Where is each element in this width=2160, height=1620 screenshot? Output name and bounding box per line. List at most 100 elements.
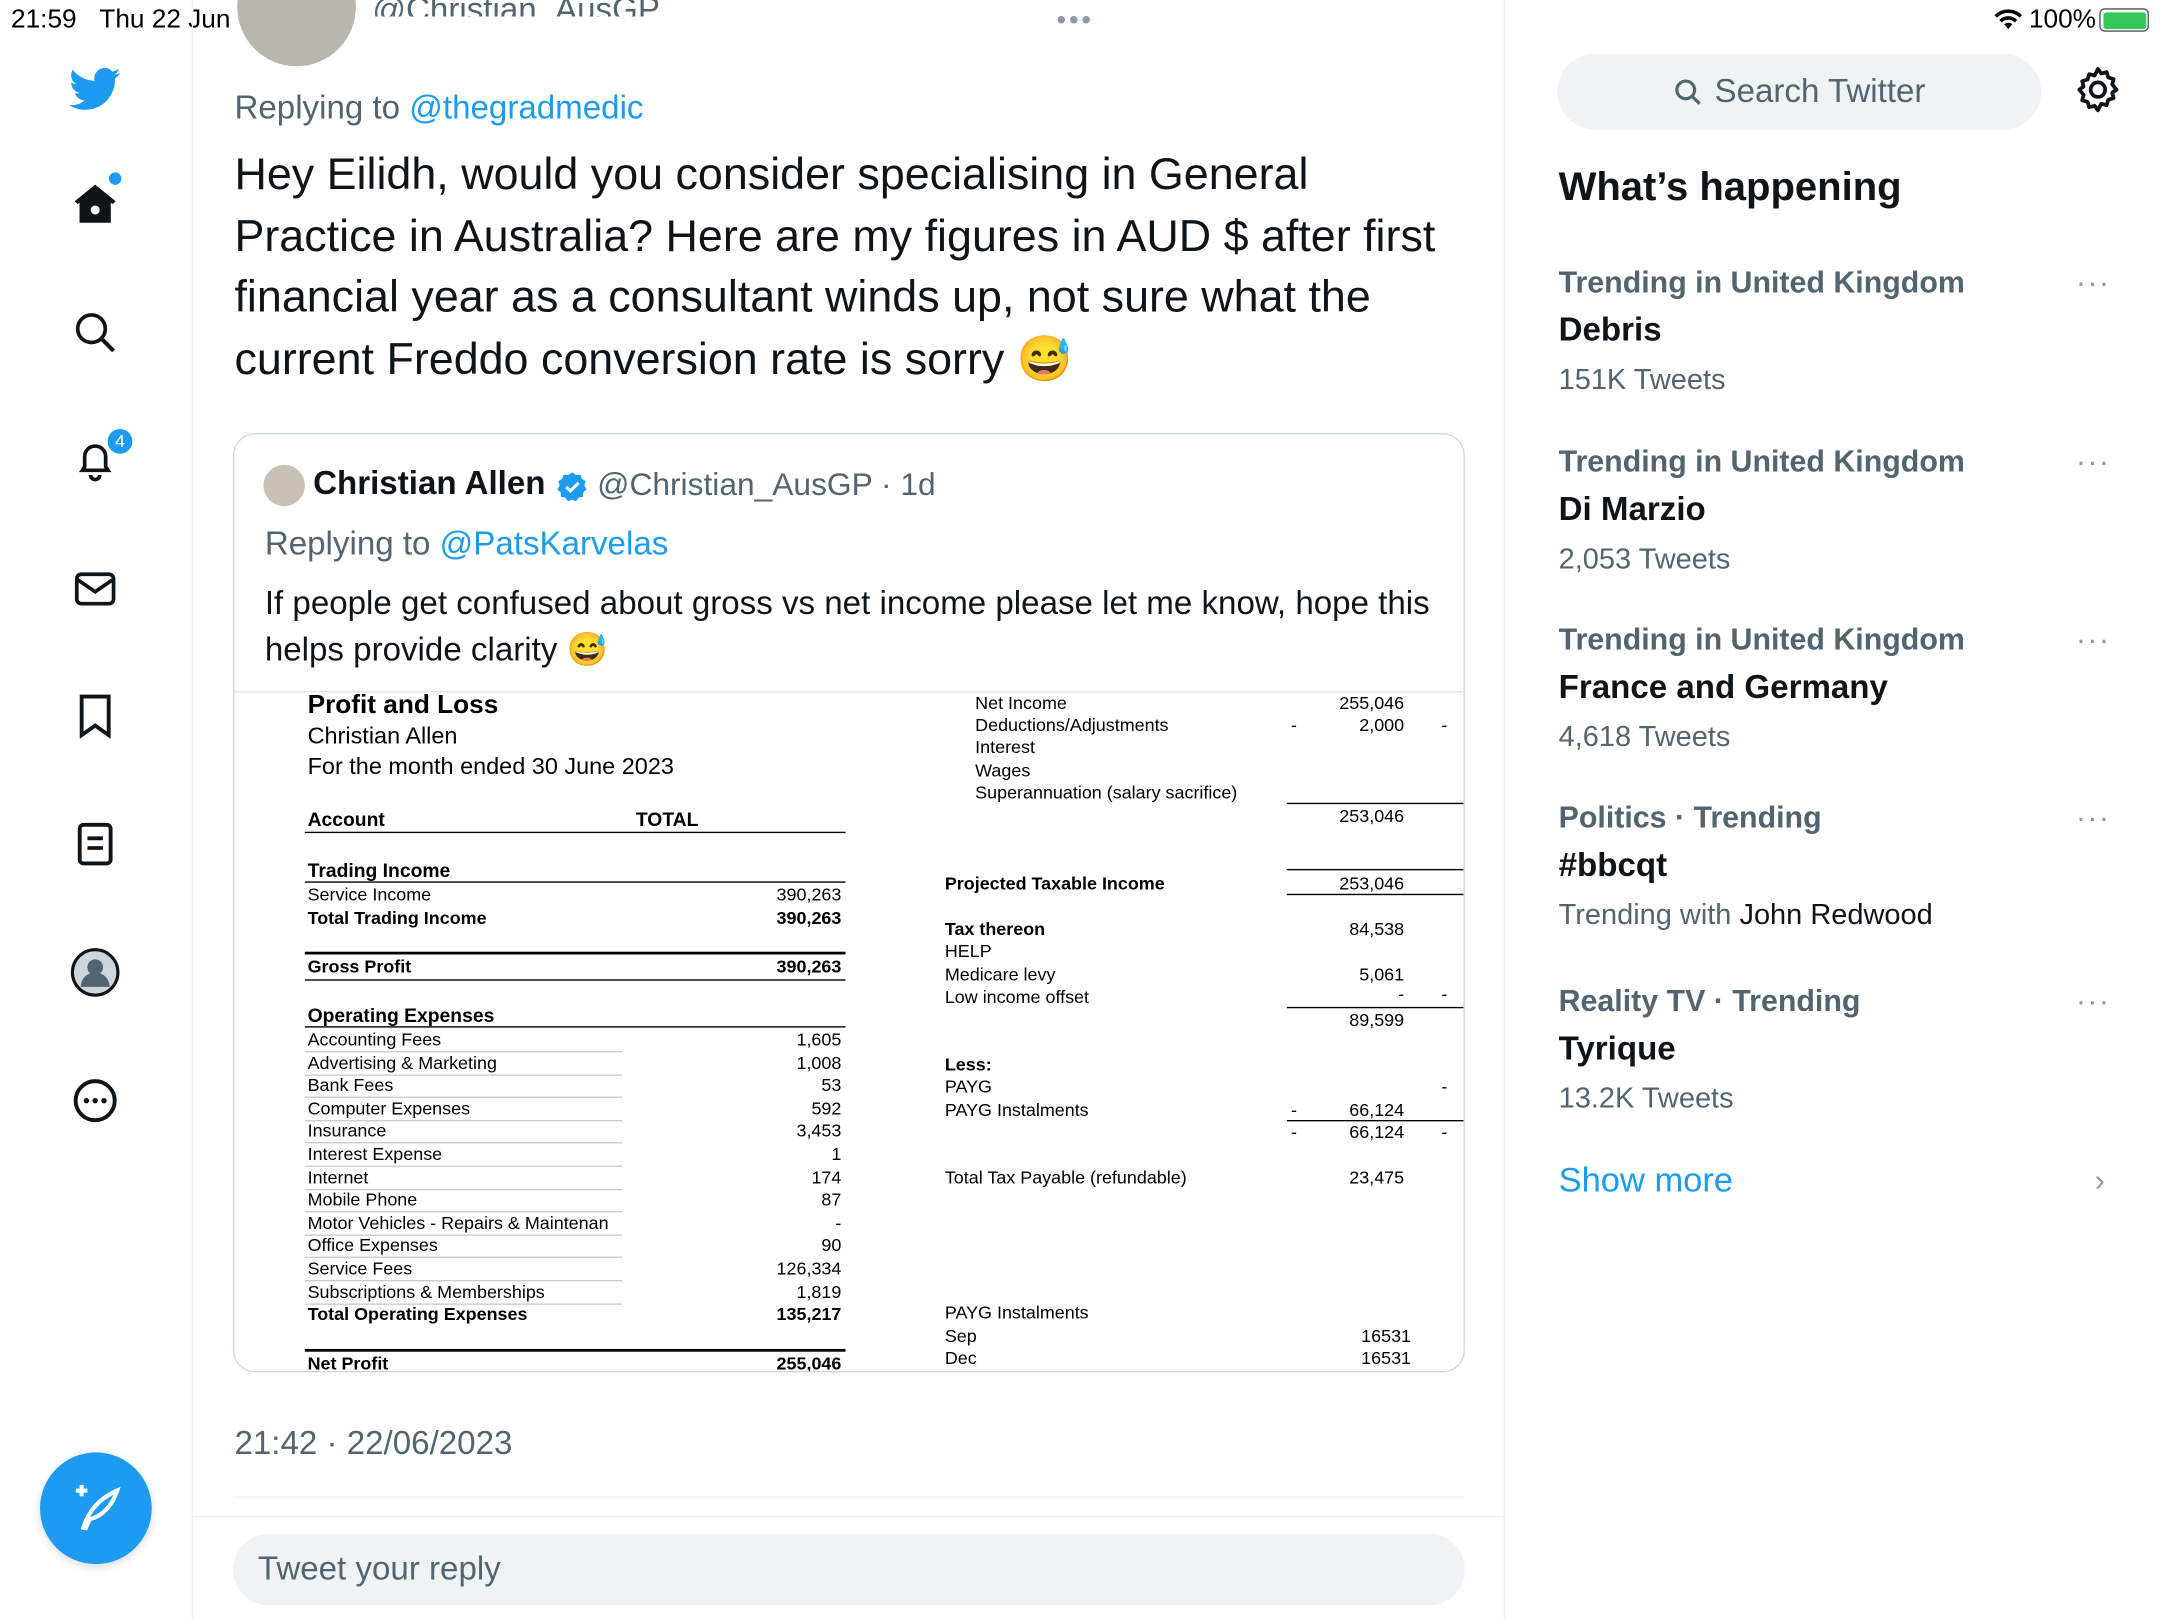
deductions-label: Deductions/Adjustments xyxy=(975,714,1169,736)
pnl-name: Christian Allen xyxy=(307,722,458,749)
payg-dash: - xyxy=(1441,1075,1448,1097)
more-icon[interactable] xyxy=(69,1074,121,1126)
home-icon[interactable] xyxy=(69,172,122,230)
reply-input[interactable]: Tweet your reply xyxy=(233,1533,1465,1606)
operating-expenses-heading: Operating Expenses xyxy=(307,1004,495,1027)
net-profit-value: 255,046 xyxy=(776,1353,842,1373)
verified-badge-icon xyxy=(556,470,589,510)
expense-value: 53 xyxy=(821,1074,842,1096)
trend-name: Debris xyxy=(1558,311,1662,349)
bookmarks-icon[interactable] xyxy=(69,690,121,742)
payg-total-dash-2: - xyxy=(1441,1121,1448,1143)
trend-name: Di Marzio xyxy=(1558,491,1706,529)
trend-more-icon[interactable]: ··· xyxy=(2076,800,2110,836)
total-trading-income-value: 390,263 xyxy=(776,907,842,929)
profit-loss-image[interactable]: Profit and Loss Christian Allen For the … xyxy=(234,691,1464,1372)
payg-instalments-label: PAYG Instalments xyxy=(944,1099,1089,1120)
quoted-tweet-card[interactable]: Christian Allen @Christian_AusGP · 1d Re… xyxy=(233,433,1465,1373)
dec-value: 16531 xyxy=(1361,1347,1412,1369)
timestamp-divider xyxy=(233,1496,1465,1498)
more-dots[interactable]: ••• xyxy=(1057,6,1094,38)
deductions-dash-2: - xyxy=(1441,714,1448,736)
gross-profit-label: Gross Profit xyxy=(307,955,412,977)
trend-count: 4,618 Tweets xyxy=(1558,721,1731,754)
expense-label: Computer Expenses xyxy=(307,1097,471,1119)
deductions-value: 2,000 xyxy=(1359,714,1405,736)
less-label: Less: xyxy=(944,1053,992,1075)
dec-label: Dec xyxy=(944,1347,977,1369)
trend-count: Trending with John Redwood xyxy=(1558,899,1933,932)
show-more-link[interactable]: Show more › xyxy=(1559,1161,2111,1205)
low-income-dash: - xyxy=(1398,983,1405,1005)
search-twitter-input[interactable]: Search Twitter xyxy=(1557,53,2042,130)
trend-context: Trending in United Kingdom xyxy=(1558,622,1965,657)
twitter-logo-icon[interactable] xyxy=(68,63,121,115)
gross-profit-value: 390,263 xyxy=(776,955,842,977)
search-field-icon xyxy=(1675,78,1701,105)
total-tax-payable-label: Total Tax Payable (refundable) xyxy=(944,1166,1187,1188)
projected-taxable-label: Projected Taxable Income xyxy=(944,873,1165,894)
replying-to-link[interactable]: @thegradmedic xyxy=(409,90,643,127)
payg-total-value: 66,124 xyxy=(1349,1121,1405,1143)
payg-total-dash: - xyxy=(1291,1121,1298,1143)
left-divider xyxy=(191,0,194,1620)
trend-name: Tyrique xyxy=(1558,1030,1676,1068)
whats-happening-heading: What’s happening xyxy=(1558,165,1902,210)
medicare-value: 5,061 xyxy=(1359,964,1405,985)
help-label: HELP xyxy=(944,940,992,962)
trend-name: France and Germany xyxy=(1558,668,1888,707)
notification-badge: 4 xyxy=(104,426,136,457)
trend-context: Politics · Trending xyxy=(1558,799,1822,835)
tax-thereon-label: Tax thereon xyxy=(944,918,1046,940)
col-account: Account xyxy=(307,808,385,831)
pnl-title: Profit and Loss xyxy=(307,691,499,720)
compose-tweet-button[interactable] xyxy=(39,1452,152,1565)
trend-item[interactable]: Trending in United Kingdom Di Marzio 2,0… xyxy=(1559,444,2111,576)
profile-icon[interactable] xyxy=(69,946,121,998)
tweet-timestamp[interactable]: 21:42 · 22/06/2023 xyxy=(234,1425,512,1464)
expense-value: 1 xyxy=(831,1143,842,1165)
settings-gear-icon[interactable] xyxy=(2073,65,2123,122)
expense-value: 3,453 xyxy=(796,1120,842,1142)
expense-value: 1,819 xyxy=(796,1280,842,1302)
total-trading-income-label: Total Trading Income xyxy=(307,907,487,929)
trend-item[interactable]: Trending in United Kingdom Debris 151K T… xyxy=(1559,265,2111,397)
medicare-label: Medicare levy xyxy=(944,964,1056,985)
trend-more-icon[interactable]: ··· xyxy=(2076,444,2110,480)
trend-count: 13.2K Tweets xyxy=(1558,1082,1734,1115)
notifications-icon[interactable]: 4 xyxy=(69,426,136,485)
tax-total-value: 89,599 xyxy=(1349,1009,1405,1031)
messages-icon[interactable] xyxy=(69,563,121,615)
expense-label: Internet xyxy=(307,1166,369,1188)
expense-value: 174 xyxy=(811,1166,842,1188)
low-income-label: Low income offset xyxy=(944,986,1090,1007)
author-avatar[interactable] xyxy=(237,0,356,67)
expense-label: Interest Expense xyxy=(307,1143,443,1165)
trend-name: #bbcqt xyxy=(1558,846,1668,885)
trend-count: 2,053 Tweets xyxy=(1558,543,1731,576)
tweet-text: Hey Eilidh, would you consider specialis… xyxy=(234,148,1436,383)
payg-label: PAYG xyxy=(944,1075,992,1097)
trend-item[interactable]: Reality TV · Trending Tyrique 13.2K Twee… xyxy=(1559,983,2111,1115)
trend-context: Trending in United Kingdom xyxy=(1558,444,1965,479)
right-divider xyxy=(1503,0,1505,1620)
lists-icon[interactable] xyxy=(69,818,121,870)
expense-label: Mobile Phone xyxy=(307,1189,418,1210)
trend-more-icon[interactable]: ··· xyxy=(2076,265,2110,301)
trend-more-icon[interactable]: ··· xyxy=(2076,983,2110,1019)
status-time: 21:59 xyxy=(11,5,77,35)
total-operating-expenses-value: 135,217 xyxy=(776,1303,842,1325)
trend-more-icon[interactable]: ··· xyxy=(2076,622,2110,658)
expense-row-divider xyxy=(304,1302,623,1305)
interest-label: Interest xyxy=(975,736,1035,758)
search-icon[interactable] xyxy=(69,306,121,358)
quoted-replying-link[interactable]: @PatsKarvelas xyxy=(440,526,669,563)
total-operating-expenses-label: Total Operating Expenses xyxy=(307,1303,528,1325)
expense-value: 1,008 xyxy=(796,1051,842,1073)
payg-instalments-header: PAYG Instalments xyxy=(944,1302,1089,1323)
expense-label: Subscriptions & Memberships xyxy=(307,1280,545,1302)
trend-item[interactable]: Politics · Trending #bbcqt Trending with… xyxy=(1559,800,2111,932)
sep-value: 16531 xyxy=(1361,1325,1412,1347)
expense-value: 126,334 xyxy=(776,1257,842,1279)
trend-item[interactable]: Trending in United Kingdom France and Ge… xyxy=(1559,622,2111,754)
